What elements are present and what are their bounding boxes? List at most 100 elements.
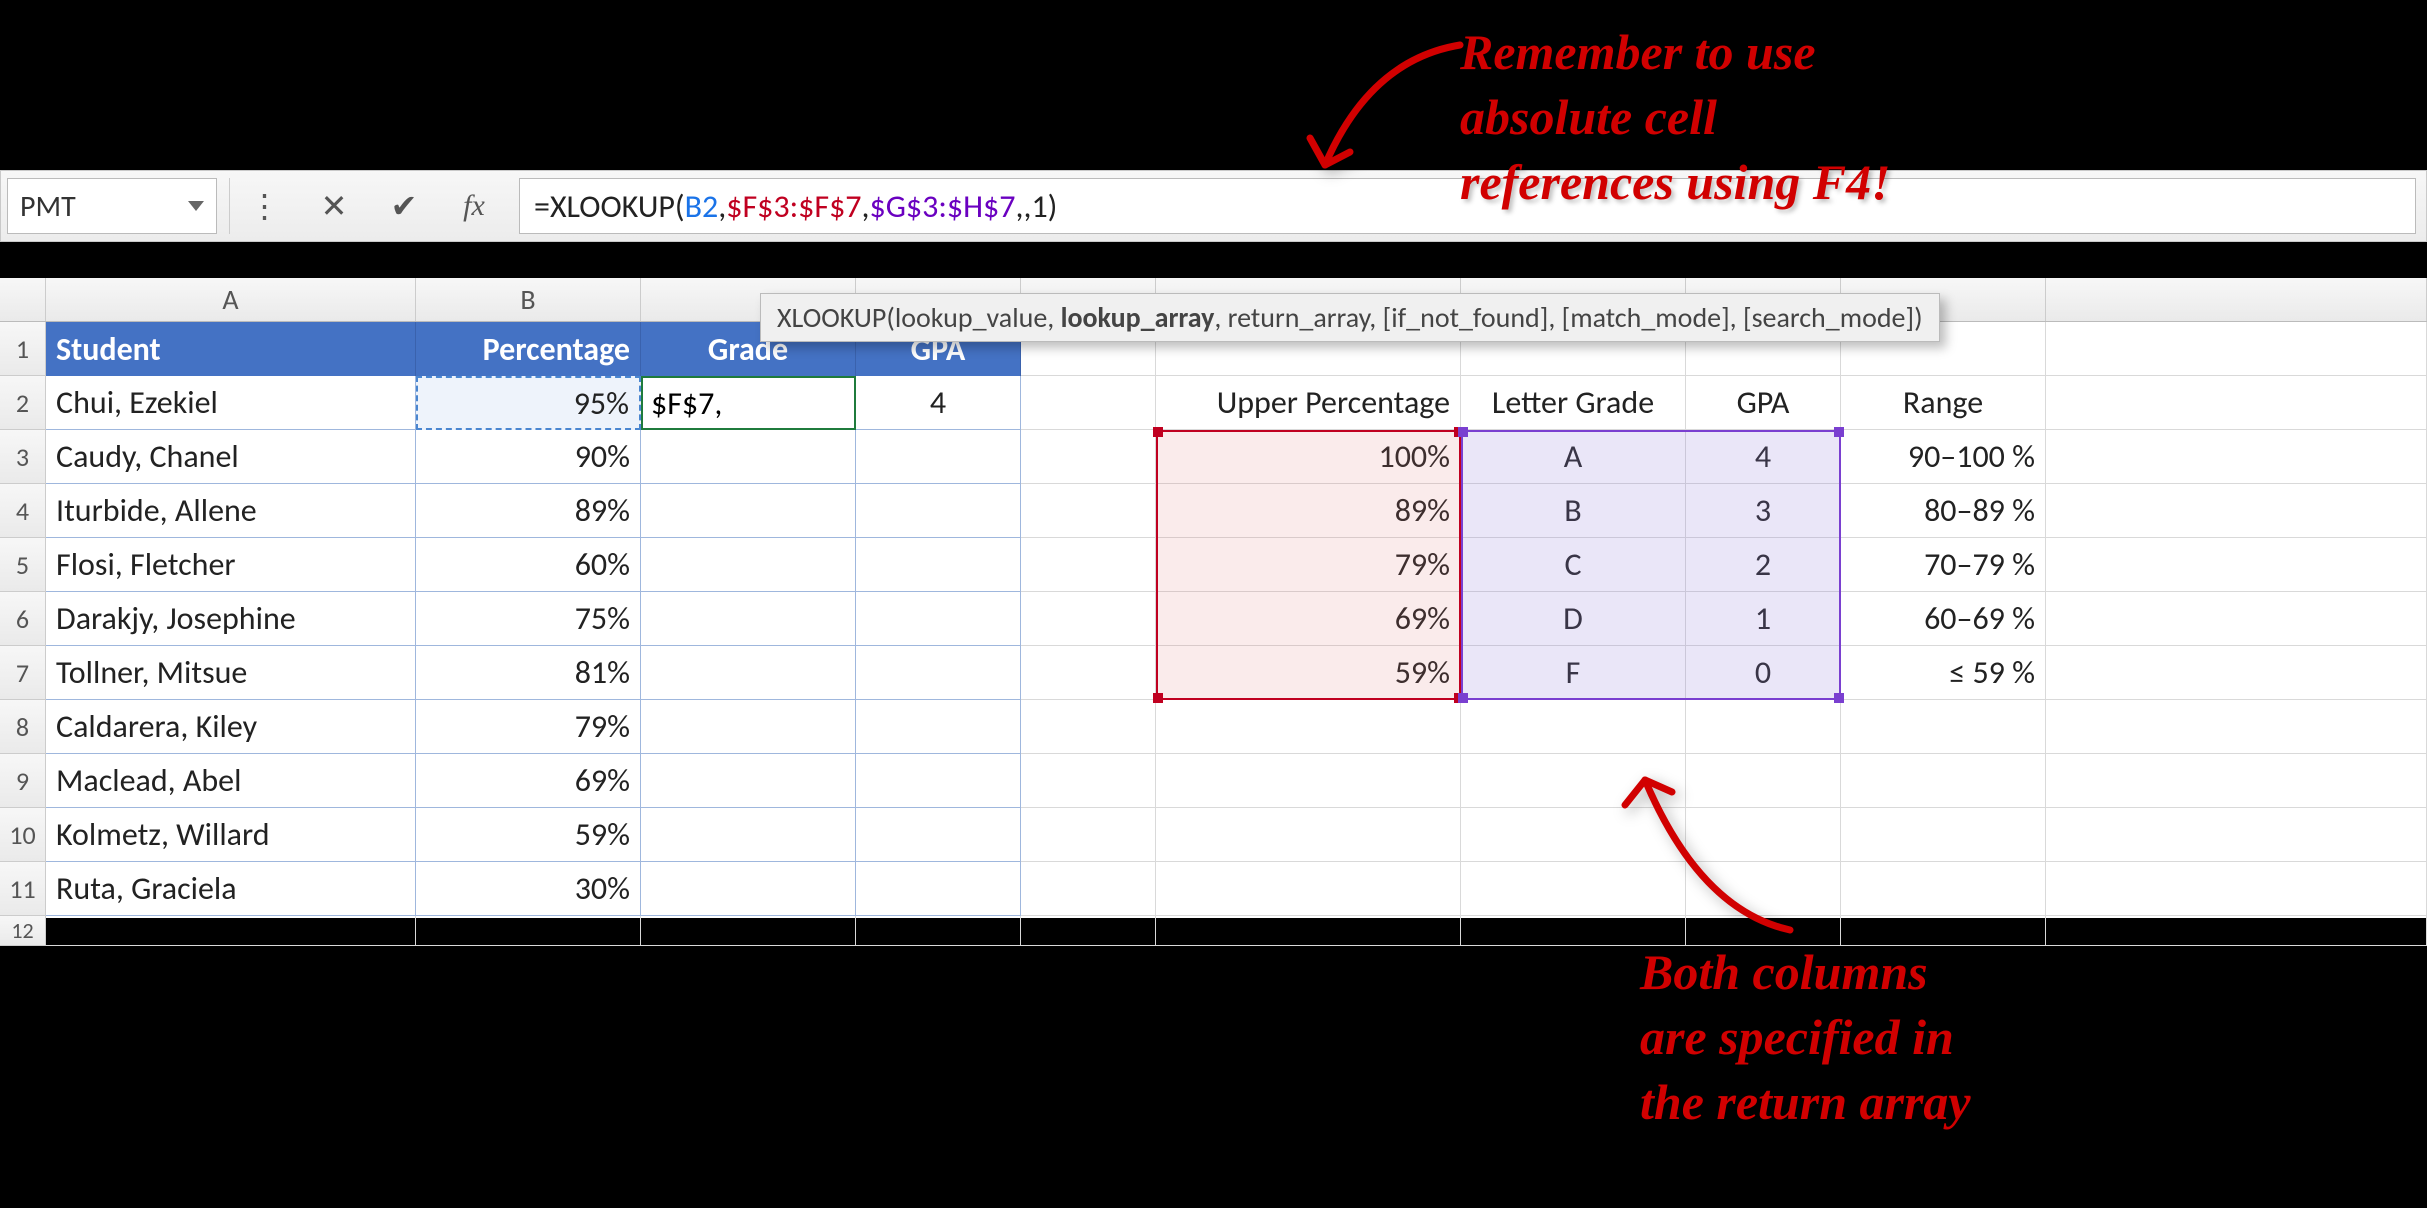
header-percentage[interactable]: Percentage — [416, 322, 641, 376]
cell[interactable] — [856, 808, 1021, 862]
cell[interactable] — [1021, 700, 1156, 754]
col-header-J[interactable] — [2046, 278, 2427, 321]
lookup-header-range[interactable]: Range — [1841, 376, 2046, 430]
lookup-range[interactable]: ≤ 59 % — [1841, 646, 2046, 700]
cell-student[interactable]: Ruta, Graciela — [46, 862, 416, 916]
row-header[interactable]: 8 — [0, 700, 46, 754]
lookup-range[interactable]: 60–69 % — [1841, 592, 2046, 646]
col-header-A[interactable]: A — [46, 278, 416, 321]
row-header[interactable]: 4 — [0, 484, 46, 538]
cell[interactable] — [1841, 700, 2046, 754]
cell-percentage[interactable]: 79% — [416, 700, 641, 754]
lookup-gpa[interactable]: 1 — [1686, 592, 1841, 646]
row-header[interactable]: 2 — [0, 376, 46, 430]
cell[interactable] — [1156, 862, 1461, 916]
cell-student[interactable]: Darakjy, Josephine — [46, 592, 416, 646]
cell[interactable] — [856, 592, 1021, 646]
cell[interactable] — [1461, 862, 1686, 916]
cell-percentage[interactable]: 69% — [416, 754, 641, 808]
cell[interactable] — [641, 808, 856, 862]
lookup-upper[interactable]: 59% — [1156, 646, 1461, 700]
lookup-range[interactable]: 80–89 % — [1841, 484, 2046, 538]
cell[interactable] — [1686, 700, 1841, 754]
cell[interactable] — [1021, 862, 1156, 916]
lookup-grade[interactable]: F — [1461, 646, 1686, 700]
lookup-header-gpa[interactable]: GPA — [1686, 376, 1841, 430]
cell[interactable] — [2046, 592, 2427, 646]
cancel-button[interactable]: ✕ — [299, 178, 369, 234]
cell[interactable] — [856, 916, 1021, 946]
cell[interactable] — [2046, 646, 2427, 700]
cell-student[interactable]: Chui, Ezekiel — [46, 376, 416, 430]
lookup-header-upper[interactable]: Upper Percentage — [1156, 376, 1461, 430]
row-header[interactable]: 7 — [0, 646, 46, 700]
cell-percentage[interactable]: 60% — [416, 538, 641, 592]
cell[interactable] — [856, 700, 1021, 754]
active-cell-editor[interactable]: $F$7, — [641, 376, 856, 430]
cell-percentage[interactable]: 95% — [416, 376, 641, 430]
lookup-upper[interactable]: 100% — [1156, 430, 1461, 484]
lookup-gpa[interactable]: 4 — [1686, 430, 1841, 484]
cell[interactable] — [1156, 700, 1461, 754]
cell[interactable] — [1021, 592, 1156, 646]
lookup-header-grade[interactable]: Letter Grade — [1461, 376, 1686, 430]
cell[interactable] — [641, 646, 856, 700]
lookup-range[interactable]: 90–100 % — [1841, 430, 2046, 484]
cell[interactable] — [46, 916, 416, 946]
cell[interactable] — [641, 862, 856, 916]
cell[interactable] — [641, 754, 856, 808]
cell[interactable] — [2046, 808, 2427, 862]
name-box[interactable]: PMT — [7, 178, 217, 234]
cell-student[interactable]: Tollner, Mitsue — [46, 646, 416, 700]
fx-button[interactable]: fx — [439, 178, 509, 234]
cell[interactable] — [1841, 862, 2046, 916]
row-header[interactable]: 5 — [0, 538, 46, 592]
cell[interactable] — [856, 646, 1021, 700]
cell[interactable] — [641, 484, 856, 538]
cell[interactable] — [641, 916, 856, 946]
cell[interactable] — [1021, 484, 1156, 538]
cell-student[interactable]: Caldarera, Kiley — [46, 700, 416, 754]
cell[interactable] — [641, 430, 856, 484]
lookup-gpa[interactable]: 0 — [1686, 646, 1841, 700]
cell[interactable] — [1461, 754, 1686, 808]
lookup-upper[interactable]: 69% — [1156, 592, 1461, 646]
cell[interactable] — [1021, 430, 1156, 484]
cell[interactable] — [2046, 484, 2427, 538]
cell[interactable] — [1686, 862, 1841, 916]
cell[interactable] — [1461, 808, 1686, 862]
cell[interactable] — [416, 916, 641, 946]
spreadsheet-grid[interactable]: A B 1 Student Percentage Grade GPA 2 Ch — [0, 278, 2427, 918]
lookup-grade[interactable]: A — [1461, 430, 1686, 484]
cell[interactable] — [2046, 862, 2427, 916]
cell-percentage[interactable]: 89% — [416, 484, 641, 538]
cell[interactable] — [1021, 538, 1156, 592]
cell-student[interactable]: Iturbide, Allene — [46, 484, 416, 538]
cell-percentage[interactable]: 90% — [416, 430, 641, 484]
cell[interactable] — [1021, 808, 1156, 862]
cell[interactable] — [1461, 700, 1686, 754]
cell[interactable] — [1841, 754, 2046, 808]
cell[interactable] — [1021, 754, 1156, 808]
cell[interactable] — [1021, 646, 1156, 700]
cell[interactable] — [856, 862, 1021, 916]
row-header[interactable]: 10 — [0, 808, 46, 862]
cell-percentage[interactable]: 59% — [416, 808, 641, 862]
cell-percentage[interactable]: 75% — [416, 592, 641, 646]
cell-student[interactable]: Kolmetz, Willard — [46, 808, 416, 862]
cell-percentage[interactable]: 30% — [416, 862, 641, 916]
cell[interactable] — [1156, 754, 1461, 808]
cell-student[interactable]: Caudy, Chanel — [46, 430, 416, 484]
row-header[interactable]: 11 — [0, 862, 46, 916]
cell[interactable] — [1841, 808, 2046, 862]
col-header-B[interactable]: B — [416, 278, 641, 321]
cell[interactable] — [1686, 754, 1841, 808]
chevron-down-icon[interactable] — [188, 201, 204, 211]
lookup-gpa[interactable]: 3 — [1686, 484, 1841, 538]
row-header[interactable]: 12 — [0, 916, 46, 946]
cell[interactable] — [1686, 808, 1841, 862]
cell[interactable] — [2046, 700, 2427, 754]
cell-student[interactable]: Maclead, Abel — [46, 754, 416, 808]
row-header[interactable]: 3 — [0, 430, 46, 484]
cell[interactable] — [2046, 376, 2427, 430]
